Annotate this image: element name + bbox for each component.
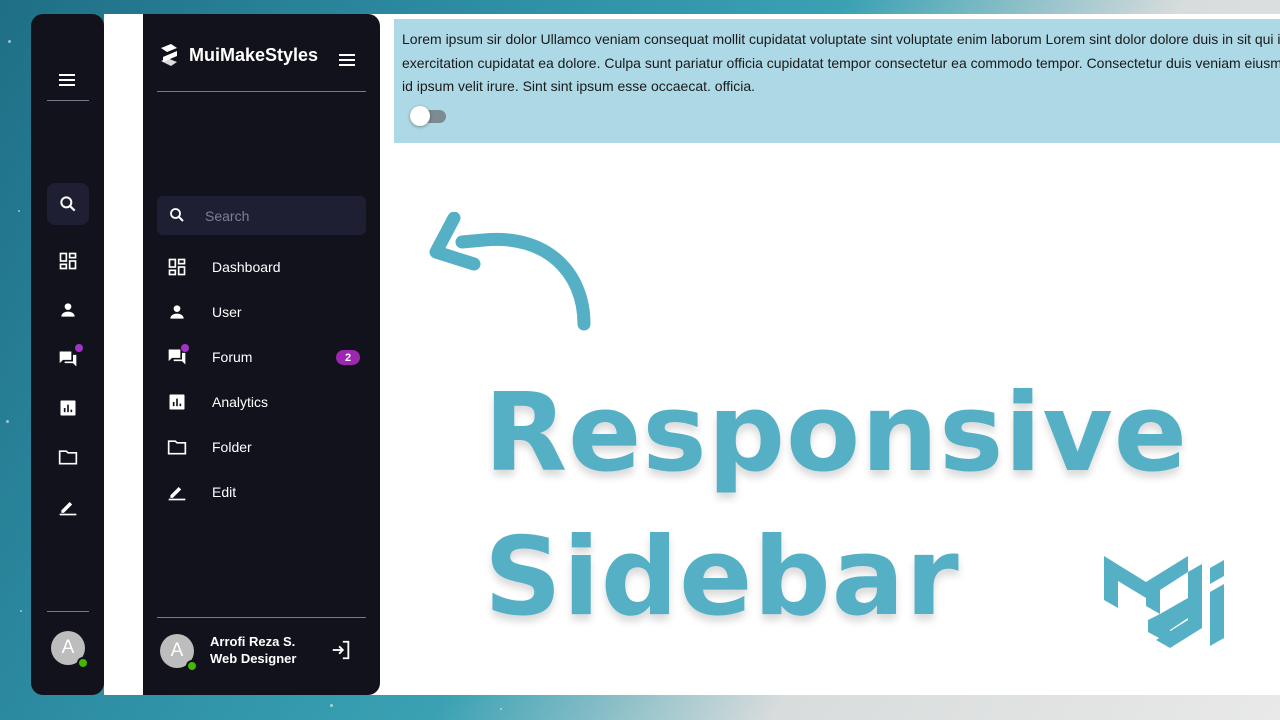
nav-item-folder[interactable]: Folder <box>157 427 366 467</box>
logo-icon <box>161 44 177 66</box>
forum-count-badge: 2 <box>336 350 360 365</box>
search-box[interactable] <box>157 196 366 235</box>
nav-item-analytics[interactable]: Analytics <box>157 382 366 422</box>
analytics-icon <box>169 394 185 410</box>
mini-user-button[interactable] <box>47 289 89 331</box>
nav-label: Forum <box>212 349 253 365</box>
brand: MuiMakeStyles <box>157 42 318 68</box>
folder-icon <box>167 440 187 455</box>
nav-label: Edit <box>212 484 237 500</box>
panel-text: Lorem ipsum sir dolor Ullamco veniam con… <box>402 31 1280 94</box>
menu-icon[interactable] <box>57 70 77 90</box>
avatar[interactable]: A <box>51 631 89 669</box>
background-speckle <box>330 704 333 707</box>
search-icon <box>170 208 184 222</box>
online-status-dot <box>186 660 198 672</box>
notification-dot <box>75 344 83 352</box>
analytics-icon <box>60 400 76 416</box>
notification-dot <box>181 344 189 352</box>
mini-analytics-button[interactable] <box>47 387 89 429</box>
mini-forum-button[interactable] <box>47 338 89 380</box>
mini-edit-button[interactable] <box>47 486 89 528</box>
search-input[interactable] <box>205 196 360 235</box>
background-speckle <box>8 40 11 43</box>
user-icon <box>170 305 184 319</box>
headline-line-1: Responsive <box>484 371 1189 496</box>
expanded-sidebar: MuiMakeStyles Dashboard User Forum 2 Ana… <box>143 14 380 695</box>
nav-item-edit[interactable]: Edit <box>157 472 366 512</box>
avatar-initial: A <box>170 640 184 661</box>
headline-line-2: Sidebar <box>484 515 960 640</box>
nav-label: Dashboard <box>212 259 281 275</box>
online-status-dot <box>77 657 89 669</box>
divider <box>157 91 366 92</box>
mini-search-button[interactable] <box>47 183 89 225</box>
forum-icon <box>59 351 77 367</box>
divider <box>47 611 89 612</box>
edit-icon <box>168 487 186 501</box>
profile-name: Arrofi Reza S. <box>210 634 296 649</box>
background-speckle <box>20 610 22 612</box>
switch-thumb <box>410 106 430 126</box>
mini-folder-button[interactable] <box>47 436 89 478</box>
content-panel: Lorem ipsum sir dolor Ullamco veniam con… <box>394 19 1280 143</box>
brand-name: MuiMakeStyles <box>189 44 319 65</box>
nav-label: Folder <box>212 439 252 455</box>
background-speckle <box>18 210 20 212</box>
nav-item-user[interactable]: User <box>157 292 366 332</box>
material-ui-logo <box>1104 556 1224 648</box>
avatar[interactable]: A <box>160 634 198 672</box>
divider <box>47 100 89 101</box>
edit-icon <box>59 502 77 516</box>
toggle-switch[interactable] <box>410 106 448 126</box>
background-speckle <box>6 420 9 423</box>
nav-item-forum[interactable]: Forum 2 <box>157 337 366 377</box>
menu-icon[interactable] <box>337 50 357 70</box>
mini-dashboard-button[interactable] <box>47 240 89 282</box>
background-speckle <box>500 708 502 710</box>
collapsed-sidebar: A <box>31 14 104 695</box>
divider <box>157 617 366 618</box>
search-icon <box>60 196 76 212</box>
profile-role: Web Designer <box>210 651 297 666</box>
curved-arrow-icon <box>429 212 591 331</box>
dashboard-icon <box>59 252 77 270</box>
avatar-initial: A <box>61 637 75 658</box>
nav-label: Analytics <box>212 394 269 410</box>
nav-item-dashboard[interactable]: Dashboard <box>157 247 366 287</box>
logout-icon[interactable] <box>330 639 352 661</box>
user-icon <box>61 303 75 317</box>
nav-label: User <box>212 304 242 320</box>
dashboard-icon <box>168 258 186 276</box>
folder-icon <box>58 450 78 465</box>
